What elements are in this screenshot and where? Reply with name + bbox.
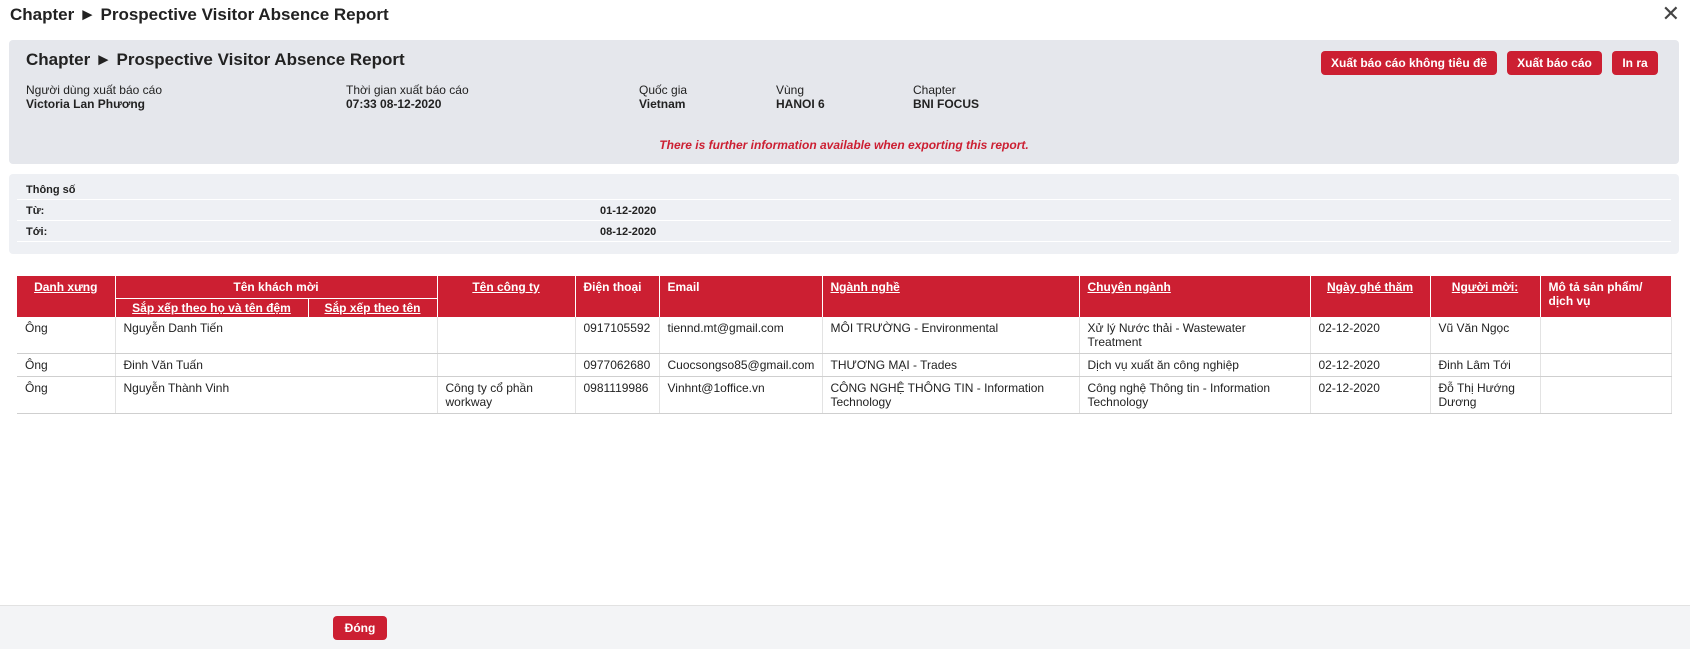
region-value: HANOI 6 bbox=[776, 97, 825, 111]
col-company[interactable]: Tên công ty bbox=[437, 276, 576, 317]
visitor-table: Danh xưng Tên khách mời Tên công ty Điện… bbox=[17, 276, 1672, 414]
profession-cell: THƯƠNG MẠI - Trades bbox=[822, 353, 1080, 377]
chapter-label: Chapter bbox=[913, 83, 956, 97]
sort-firstname-link[interactable]: Sắp xếp theo tên bbox=[308, 298, 438, 317]
guest-name-cell: Nguyễn Thành Vinh bbox=[115, 376, 438, 414]
phone-cell: 0981119986 bbox=[575, 376, 660, 414]
specialty-cell: Xử lý Nước thải - Wastewater Treatment bbox=[1079, 317, 1311, 354]
col-phone: Điện thoại bbox=[575, 276, 660, 317]
table-row: Ông Nguyễn Thành Vinh Công ty cổ phần work… bbox=[17, 376, 1672, 414]
chapter-value: BNI FOCUS bbox=[913, 97, 979, 111]
export-button[interactable]: Xuất báo cáo bbox=[1507, 51, 1602, 75]
params-title-row: Thông số bbox=[17, 180, 1671, 200]
email-header: Email bbox=[667, 280, 700, 294]
page-title: Chapter ► Prospective Visitor Absence Re… bbox=[26, 50, 405, 69]
company-cell bbox=[437, 317, 576, 354]
table-row: Ông Đinh Văn Tuấn 0977062680 Cuocsongso85@g… bbox=[17, 353, 1672, 377]
salutation-header[interactable]: Danh xưng bbox=[34, 280, 97, 294]
invited-by-cell: Đinh Lâm Tới bbox=[1430, 353, 1541, 377]
params-to-row: Tới: 08-12-2020 bbox=[17, 222, 1671, 242]
to-label: Tới: bbox=[26, 226, 48, 238]
profession-cell: MÔI TRƯỜNG - Environmental bbox=[822, 317, 1080, 354]
phone-cell: 0977062680 bbox=[575, 353, 660, 377]
guest-name-cell: Nguyễn Danh Tiến bbox=[115, 317, 438, 354]
visit-date-cell: 02-12-2020 bbox=[1310, 353, 1431, 377]
col-visit-date[interactable]: Ngày ghé thăm bbox=[1310, 276, 1431, 317]
col-salutation[interactable]: Danh xưng bbox=[17, 276, 116, 317]
phone-header: Điện thoại bbox=[583, 280, 642, 294]
salutation-cell: Ông bbox=[17, 353, 116, 377]
visit-date-header[interactable]: Ngày ghé thăm bbox=[1327, 280, 1413, 294]
invited-by-cell: Đỗ Thị Hướng Dương bbox=[1430, 376, 1541, 414]
user-label: Người dùng xuất báo cáo bbox=[26, 83, 162, 97]
sort-firstname-label[interactable]: Sắp xếp theo tên bbox=[324, 301, 420, 315]
guest-name-header: Tên khách mời bbox=[233, 280, 319, 294]
window-titlebar: Chapter ► Prospective Visitor Absence Re… bbox=[0, 0, 1690, 30]
profession-header[interactable]: Ngành nghề bbox=[831, 280, 900, 294]
report-header: Chapter ► Prospective Visitor Absence Re… bbox=[9, 40, 1679, 164]
email-cell: tiennd.mt@gmail.com bbox=[659, 317, 823, 354]
invited-by-cell: Vũ Văn Ngọc bbox=[1430, 317, 1541, 354]
window-title: Chapter ► Prospective Visitor Absence Re… bbox=[10, 5, 389, 24]
visit-date-cell: 02-12-2020 bbox=[1310, 317, 1431, 354]
sort-lastname-label[interactable]: Sắp xếp theo họ và tên đệm bbox=[132, 301, 291, 315]
visit-date-cell: 02-12-2020 bbox=[1310, 376, 1431, 414]
specialty-cell: Công nghệ Thông tin - Information Techno… bbox=[1079, 376, 1311, 414]
description-header: Mô tả sản phẩm/ dịch vụ bbox=[1548, 280, 1643, 308]
to-value: 08-12-2020 bbox=[600, 226, 657, 238]
from-value: 01-12-2020 bbox=[600, 205, 657, 217]
country-value: Vietnam bbox=[639, 97, 686, 111]
print-button[interactable]: In ra bbox=[1612, 51, 1658, 75]
specialty-cell: Dịch vụ xuất ăn công nghiệp bbox=[1079, 353, 1311, 377]
profession-cell: CÔNG NGHỆ THÔNG TIN - Information Techno… bbox=[822, 376, 1080, 414]
description-cell bbox=[1540, 353, 1672, 377]
company-header[interactable]: Tên công ty bbox=[472, 280, 539, 294]
phone-cell: 0917105592 bbox=[575, 317, 660, 354]
email-cell: Cuocsongso85@gmail.com bbox=[659, 353, 823, 377]
guest-name-cell: Đinh Văn Tuấn bbox=[115, 353, 438, 377]
sort-lastname-link[interactable]: Sắp xếp theo họ và tên đệm bbox=[115, 298, 309, 317]
col-invited-by[interactable]: Người mời: bbox=[1430, 276, 1541, 317]
params-title: Thông số bbox=[26, 184, 76, 196]
close-button[interactable]: Đóng bbox=[333, 616, 387, 640]
salutation-cell: Ông bbox=[17, 317, 116, 354]
params-from-row: Từ: 01-12-2020 bbox=[17, 201, 1671, 221]
company-cell bbox=[437, 353, 576, 377]
col-guest-name: Tên khách mời bbox=[115, 276, 438, 299]
dialog-footer: Đóng bbox=[0, 605, 1690, 649]
specialty-header[interactable]: Chuyên ngành bbox=[1088, 280, 1171, 294]
col-email: Email bbox=[659, 276, 823, 317]
export-untitled-button[interactable]: Xuất báo cáo không tiêu đề bbox=[1321, 51, 1497, 75]
region-label: Vùng bbox=[776, 83, 805, 97]
time-value: 07:33 08-12-2020 bbox=[346, 97, 442, 111]
col-description: Mô tả sản phẩm/ dịch vụ bbox=[1540, 276, 1672, 317]
email-cell: Vinhnt@1office.vn bbox=[659, 376, 823, 414]
time-label: Thời gian xuất báo cáo bbox=[346, 83, 469, 97]
export-notice: There is further information available w… bbox=[659, 138, 1029, 152]
col-profession[interactable]: Ngành nghề bbox=[822, 276, 1080, 317]
invited-by-header[interactable]: Người mời: bbox=[1452, 280, 1518, 294]
description-cell bbox=[1540, 317, 1672, 354]
close-icon[interactable]: ✕ bbox=[1662, 3, 1680, 25]
parameters-panel: Thông số Từ: 01-12-2020 Tới: 08-12-2020 bbox=[9, 174, 1679, 254]
col-specialty[interactable]: Chuyên ngành bbox=[1079, 276, 1311, 317]
description-cell bbox=[1540, 376, 1672, 414]
table-row: Ông Nguyễn Danh Tiến 0917105592 tiennd.mt@g… bbox=[17, 317, 1672, 354]
from-label: Từ: bbox=[26, 205, 45, 217]
company-cell: Công ty cổ phần workway bbox=[437, 376, 576, 414]
user-value: Victoria Lan Phương bbox=[26, 97, 146, 111]
salutation-cell: Ông bbox=[17, 376, 116, 414]
country-label: Quốc gia bbox=[639, 83, 688, 97]
